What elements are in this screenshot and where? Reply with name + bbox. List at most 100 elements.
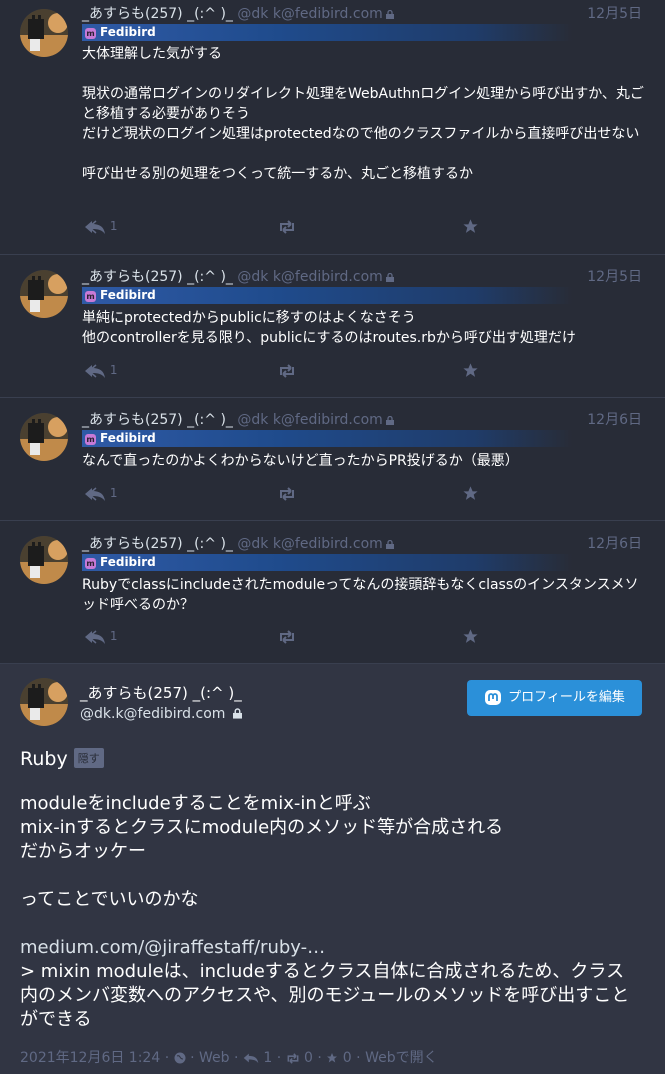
account-handle-text: @dk.k@fedibird.com — [80, 706, 226, 722]
action-bar: 1 — [82, 626, 502, 646]
display-name[interactable]: _あすらも(257) _(:^ )_ — [82, 269, 233, 285]
paragraph: Rubyでclassにincludeされたmoduleってなんの接頭辞もなくcl… — [82, 577, 639, 613]
edit-profile-label: プロフィールを編集 — [508, 690, 625, 705]
star-icon — [463, 363, 478, 377]
separator: · — [164, 1050, 170, 1066]
avatar[interactable] — [20, 9, 68, 57]
paragraph: 現状の通常ログインのリダイレクト処理をWebAuthnログイン処理から呼び出すか… — [82, 86, 644, 142]
action-bar: 1 — [82, 216, 502, 236]
display-name[interactable]: _あすらも(257) _(:^ )_ — [82, 536, 233, 552]
reply-button[interactable]: 1 — [84, 626, 117, 646]
boost-button[interactable] — [278, 483, 296, 503]
separator: · — [190, 1050, 195, 1066]
boost-icon — [280, 363, 294, 378]
star-icon — [463, 629, 478, 643]
status-item[interactable]: _あすらも(257) _(:^ )_ @dk k@fedibird.com 12… — [0, 522, 665, 664]
status-item[interactable]: _あすらも(257) _(:^ )_ @dk k@fedibird.com 12… — [0, 256, 665, 398]
separator: · — [233, 1050, 239, 1066]
paragraph: 単純にprotectedからpublicに移すのはよくなさそう 他のcontro… — [82, 310, 576, 346]
boost-button[interactable] — [278, 626, 296, 646]
content-warning: Ruby 隠す — [20, 748, 104, 770]
account-handle[interactable]: @dk k@fedibird.com — [237, 6, 382, 22]
boost-icon — [280, 629, 294, 644]
favourite-button[interactable] — [462, 360, 479, 380]
status-header: _あすらも(257) _(:^ )_ @dk k@fedibird.com 12… — [82, 267, 642, 287]
status-date[interactable]: 12月5日 — [587, 267, 642, 287]
mastodon-icon — [485, 689, 502, 705]
status-content: 大体理解した気がする 現状の通常ログインのリダイレクト処理をWebAuthnログ… — [82, 44, 647, 184]
paragraph: 呼び出せる別の処理をつくって統一するか、丸ごと移植するか — [82, 166, 474, 182]
boost-button[interactable] — [278, 360, 296, 380]
external-link[interactable]: medium.com/@jiraffestaff/ruby-… — [20, 937, 325, 958]
status-content: なんで直ったのかよくわからないけど直ったからPR投げるか（最悪） — [82, 451, 647, 471]
lock-icon — [385, 540, 394, 549]
status-item[interactable]: _あすらも(257) _(:^ )_ @dk k@fedibird.com 12… — [0, 399, 665, 521]
favourite-button[interactable] — [462, 626, 479, 646]
paragraph: medium.com/@jiraffestaff/ruby-… > mixin m… — [20, 936, 640, 1032]
account-handle[interactable]: @dk k@fedibird.com — [237, 412, 382, 428]
edit-profile-button[interactable]: プロフィールを編集 — [467, 680, 642, 716]
lock-icon — [385, 10, 394, 19]
avatar[interactable] — [20, 536, 68, 584]
boost-icon — [280, 219, 294, 234]
separator: · — [356, 1050, 361, 1066]
mastodon-icon: m — [85, 434, 96, 445]
instance-badge: m Fedibird — [82, 24, 572, 41]
status-meta: 2021年12月6日 1:24 · · Web · 1 · 0 · 0 · We… — [20, 1047, 438, 1067]
paragraph: なんで直ったのかよくわからないけど直ったからPR投げるか（最悪） — [82, 453, 519, 469]
status-date[interactable]: 12月6日 — [587, 534, 642, 554]
status-item[interactable]: _あすらも(257) _(:^ )_ @dk k@fedibird.com 12… — [0, 0, 665, 255]
avatar[interactable] — [20, 270, 68, 318]
status-header: _あすらも(257) _(:^ )_ @dk k@fedibird.com 12… — [82, 4, 642, 24]
favourite-count[interactable]: 0 — [343, 1050, 352, 1066]
favourite-button[interactable] — [462, 483, 479, 503]
star-icon — [327, 1053, 338, 1063]
reply-button[interactable]: 1 — [84, 483, 117, 503]
action-bar: 1 — [82, 483, 502, 503]
display-name[interactable]: _あすらも(257) _(:^ )_ — [82, 6, 233, 22]
favourite-button[interactable] — [462, 216, 479, 236]
timestamp[interactable]: 2021年12月6日 1:24 — [20, 1050, 160, 1066]
account-handle[interactable]: @dk.k@fedibird.com — [80, 706, 242, 722]
instance-name: Fedibird — [100, 25, 156, 39]
reply-button[interactable]: 1 — [84, 216, 117, 236]
display-name[interactable]: _あすらも(257) _(:^ )_ — [80, 682, 242, 703]
reply-button[interactable]: 1 — [84, 360, 117, 380]
status-content: Rubyでclassにincludeされたmoduleってなんの接頭辞もなくcl… — [82, 575, 647, 615]
boost-icon — [280, 486, 294, 501]
paragraph: 大体理解した気がする — [82, 46, 222, 62]
account-handle[interactable]: @dk k@fedibird.com — [237, 269, 382, 285]
status-date[interactable]: 12月6日 — [587, 410, 642, 430]
reply-count: 1 — [109, 219, 118, 233]
boost-icon — [287, 1052, 299, 1064]
paragraph: ってことでいいのかな — [20, 889, 199, 910]
reply-count: 1 — [109, 363, 118, 377]
status-date[interactable]: 12月5日 — [587, 4, 642, 24]
mastodon-icon: m — [85, 28, 96, 39]
instance-name: Fedibird — [100, 431, 156, 445]
reply-icon — [243, 1053, 259, 1064]
star-icon — [463, 219, 478, 233]
paragraph: moduleをincludeすることをmix-inと呼ぶ mix-inするとクラ… — [20, 793, 504, 862]
hide-button[interactable]: 隠す — [73, 748, 104, 768]
detailed-status: _あすらも(257) _(:^ )_ @dk.k@fedibird.com プロ… — [0, 664, 665, 1074]
account-handle[interactable]: @dk k@fedibird.com — [237, 536, 382, 552]
lock-icon — [385, 273, 394, 282]
instance-name: Fedibird — [100, 555, 156, 569]
boost-button[interactable] — [278, 216, 296, 236]
spoiler-text: Ruby — [20, 748, 68, 770]
status-header: _あすらも(257) _(:^ )_ @dk k@fedibird.com 12… — [82, 410, 642, 430]
reply-count[interactable]: 1 — [263, 1050, 272, 1066]
boost-count[interactable]: 0 — [304, 1050, 313, 1066]
separator: · — [276, 1050, 282, 1066]
reply-icon — [85, 219, 105, 234]
avatar[interactable] — [20, 678, 68, 726]
avatar[interactable] — [20, 413, 68, 461]
star-icon — [463, 486, 478, 500]
status-content: 単純にprotectedからpublicに移すのはよくなさそう 他のcontro… — [82, 308, 647, 348]
reply-count: 1 — [109, 486, 118, 500]
lock-icon — [385, 416, 394, 425]
open-web-link[interactable]: Webで開く — [365, 1050, 438, 1066]
display-name[interactable]: _あすらも(257) _(:^ )_ — [82, 412, 233, 428]
reply-icon — [85, 629, 105, 644]
